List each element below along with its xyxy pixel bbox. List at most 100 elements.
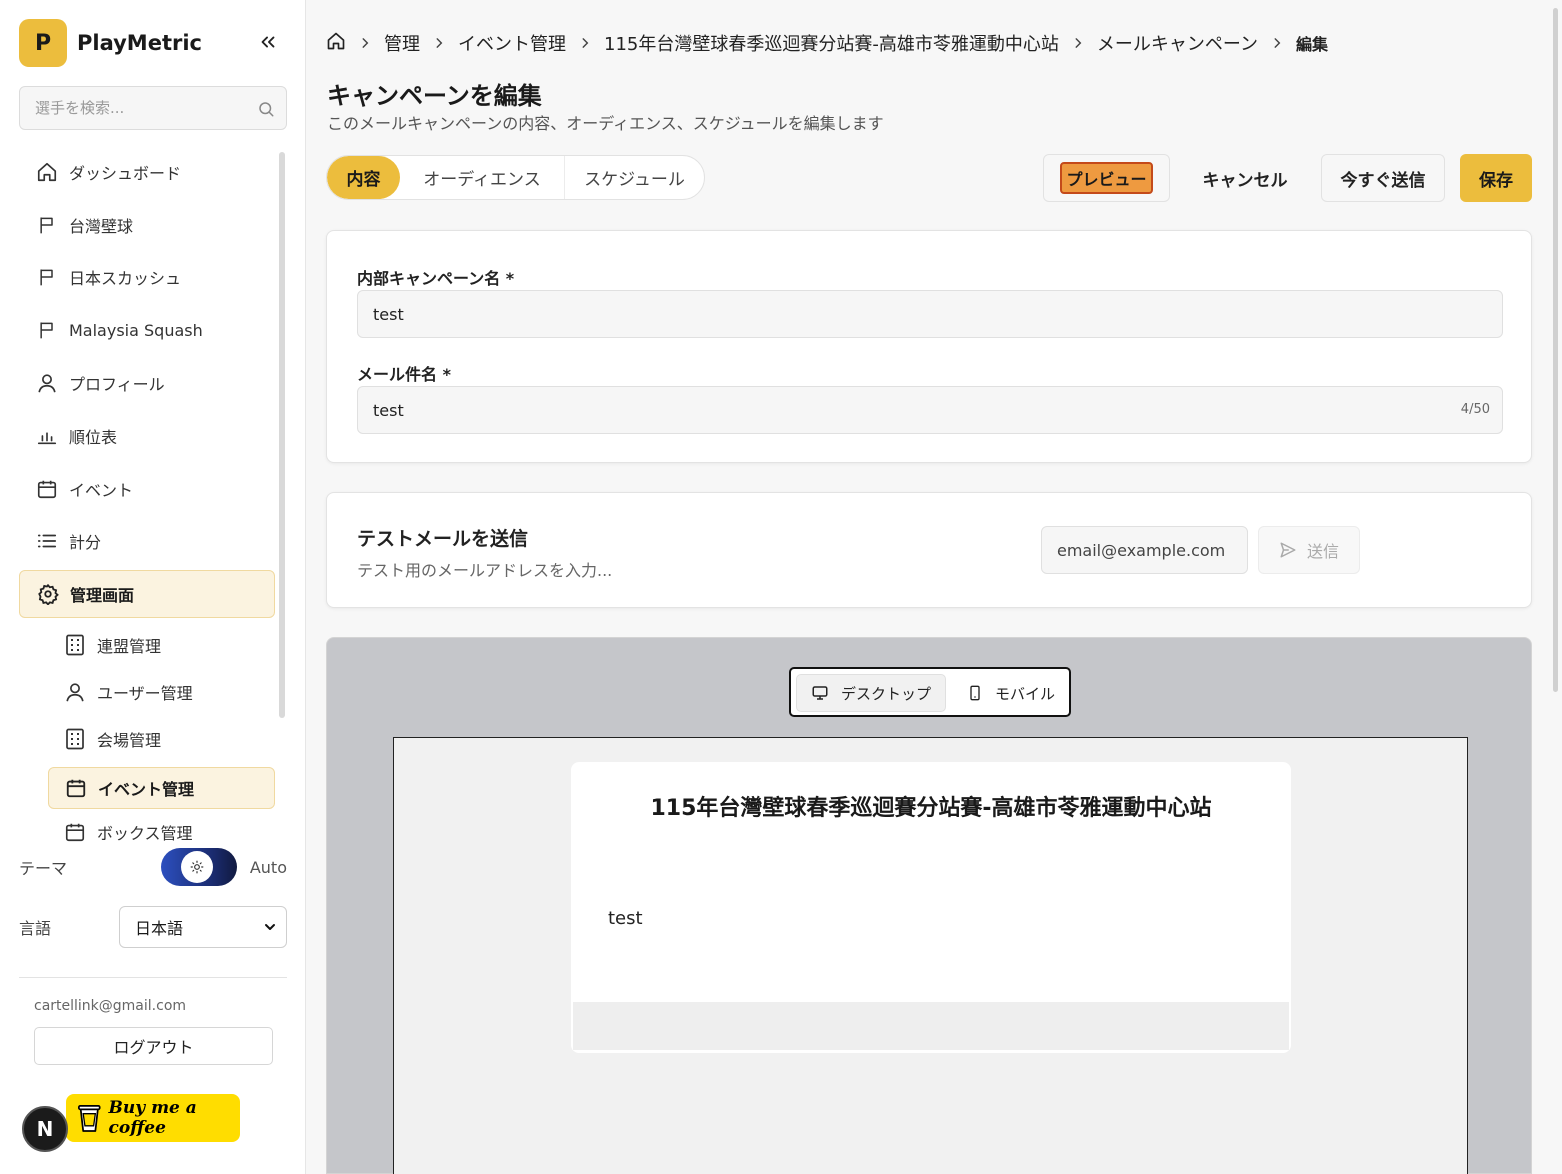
sidebar: P PlayMetric ダッシュボード 台灣壁球 日本スカッシュ Malays…	[0, 0, 306, 1174]
test-email-title: テストメールを送信	[357, 528, 529, 550]
campaign-name-input[interactable]: test	[357, 290, 1503, 338]
user-email: cartellink@gmail.com	[34, 998, 187, 1014]
test-email-input[interactable]: email@example.com	[1041, 526, 1248, 574]
email-preview-frame: 115年台灣壁球春季巡迴賽分站賽-高雄市苓雅運動中心站 test	[393, 737, 1468, 1174]
cancel-button[interactable]: キャンセル	[1185, 154, 1305, 202]
breadcrumb-current: 編集	[1295, 35, 1328, 54]
theme-toggle[interactable]	[161, 848, 237, 886]
coffee-label: Buy me a coffee	[108, 1098, 197, 1138]
preview-button-label: プレビュー	[1060, 162, 1153, 194]
sidebar-item-malaysia-squash[interactable]: Malaysia Squash	[19, 306, 275, 354]
subject-value: test	[373, 400, 404, 420]
sidebar-item-scoring[interactable]: 計分	[19, 517, 275, 565]
tab-content[interactable]: 内容	[327, 156, 400, 199]
sidebar-subitem-box-management[interactable]: ボックス管理	[48, 815, 275, 849]
test-send-label: 送信	[1306, 542, 1339, 561]
sidebar-item-label: 管理画面	[70, 586, 135, 605]
flag-icon	[35, 265, 59, 289]
brand[interactable]: P PlayMetric	[19, 19, 202, 67]
breadcrumb: 管理 イベント管理 115年台灣壁球春季巡迴賽分站賽-高雄市苓雅運動中心站 メー…	[326, 28, 1328, 58]
subject-input[interactable]: test 4/50	[357, 386, 1503, 434]
chevron-right-icon	[432, 36, 446, 50]
test-email-card: テストメールを送信 テスト用のメールアドレスを入力... email@examp…	[326, 492, 1532, 608]
save-button[interactable]: 保存	[1460, 154, 1532, 202]
tab-audience[interactable]: オーディエンス	[400, 156, 564, 199]
logout-button[interactable]: ログアウト	[34, 1027, 273, 1065]
sidebar-scrollbar[interactable]	[279, 152, 285, 718]
sidebar-item-label: ダッシュボード	[69, 164, 182, 183]
sidebar-subitem-federation[interactable]: 連盟管理	[48, 624, 275, 666]
email-preview-body: test	[608, 908, 643, 929]
email-preview-card: 115年台灣壁球春季巡迴賽分站賽-高雄市苓雅運動中心站 test	[571, 762, 1291, 1053]
calendar-icon	[64, 821, 86, 843]
buy-me-a-coffee-button[interactable]: Buy me a coffee	[66, 1094, 240, 1142]
sidebar-item-rankings[interactable]: 順位表	[19, 412, 275, 460]
sidebar-subitem-label: ユーザー管理	[97, 684, 193, 703]
monitor-icon	[811, 684, 829, 702]
breadcrumb-admin[interactable]: 管理	[384, 30, 420, 56]
collapse-sidebar-button[interactable]	[254, 28, 282, 56]
theme-row: テーマ Auto	[19, 848, 287, 886]
dev-tools-badge[interactable]: N	[22, 1106, 68, 1152]
player-search[interactable]	[19, 86, 287, 130]
breadcrumb-home[interactable]	[326, 31, 346, 56]
player-search-input[interactable]	[20, 87, 286, 129]
language-select[interactable]: 日本語	[119, 906, 287, 948]
building-icon	[64, 634, 86, 656]
language-row: 言語 日本語	[19, 906, 287, 948]
breadcrumb-event-management[interactable]: イベント管理	[458, 30, 566, 56]
desktop-view-label: デスクトップ	[841, 684, 932, 703]
sidebar-subitem-users[interactable]: ユーザー管理	[48, 671, 275, 713]
user-icon	[35, 371, 59, 395]
sidebar-item-admin[interactable]: 管理画面	[19, 570, 275, 618]
campaign-name-label: 内部キャンペーン名 *	[357, 269, 515, 288]
email-preview-title: 115年台灣壁球春季巡迴賽分站賽-高雄市苓雅運動中心站	[650, 796, 1212, 821]
sidebar-item-label: 順位表	[69, 428, 118, 447]
test-send-button[interactable]: 送信	[1258, 526, 1360, 574]
page-subtitle: このメールキャンペーンの内容、オーディエンス、スケジュールを編集します	[327, 114, 884, 133]
bar-chart-icon	[35, 424, 59, 448]
sidebar-item-dashboard[interactable]: ダッシュボード	[19, 148, 275, 196]
calendar-icon	[65, 777, 87, 799]
send-icon	[1279, 541, 1297, 559]
preview-button[interactable]: プレビュー	[1043, 154, 1170, 202]
sidebar-item-japan-squash[interactable]: 日本スカッシュ	[19, 253, 275, 301]
smartphone-icon	[967, 684, 983, 702]
brand-name: PlayMetric	[77, 31, 202, 55]
email-preview-footer	[573, 1002, 1289, 1050]
campaign-form-card: 内部キャンペーン名 * test メール件名 * test 4/50	[326, 230, 1532, 463]
page-scrollbar[interactable]	[1553, 8, 1558, 692]
mobile-view-button[interactable]: モバイル	[953, 674, 1069, 712]
campaign-name-value: test	[373, 304, 404, 324]
coffee-cup-icon	[78, 1104, 101, 1132]
chevron-right-icon	[578, 36, 592, 50]
sidebar-item-taiwan-squash[interactable]: 台灣壁球	[19, 201, 275, 249]
language-selected: 日本語	[135, 919, 184, 938]
search-icon	[257, 100, 275, 122]
sidebar-item-events[interactable]: イベント	[19, 465, 275, 513]
chevron-down-icon	[262, 919, 278, 939]
breadcrumb-event[interactable]: 115年台灣壁球春季巡迴賽分站賽-高雄市苓雅運動中心站	[604, 30, 1059, 56]
sidebar-item-label: イベント	[69, 481, 134, 500]
home-icon	[327, 32, 345, 49]
desktop-view-button[interactable]: デスクトップ	[796, 674, 947, 712]
sidebar-subitem-venues[interactable]: 会場管理	[48, 718, 275, 760]
calendar-icon	[35, 477, 59, 501]
tab-schedule[interactable]: スケジュール	[565, 156, 704, 199]
page-title: キャンペーンを編集	[327, 82, 542, 110]
breadcrumb-email-campaigns[interactable]: メールキャンペーン	[1097, 30, 1258, 56]
brand-logo: P	[19, 19, 67, 67]
chevron-right-icon	[1270, 36, 1284, 50]
sidebar-item-profile[interactable]: プロフィール	[19, 359, 275, 407]
user-icon	[64, 681, 86, 703]
sidebar-subitem-event-management[interactable]: イベント管理	[48, 767, 275, 809]
send-now-button[interactable]: 今すぐ送信	[1321, 154, 1445, 202]
sidebar-item-label: 計分	[69, 533, 102, 552]
mobile-view-label: モバイル	[995, 684, 1056, 703]
test-email-description: テスト用のメールアドレスを入力...	[357, 561, 613, 580]
email-preview-area: デスクトップ モバイル 115年台灣壁球春季巡迴賽分站賽-高雄市苓雅運動中心站 …	[326, 637, 1532, 1174]
chevron-right-icon	[1071, 36, 1085, 50]
double-chevron-left-icon	[261, 36, 275, 48]
flag-icon	[35, 213, 59, 237]
subject-label: メール件名 *	[357, 365, 451, 384]
